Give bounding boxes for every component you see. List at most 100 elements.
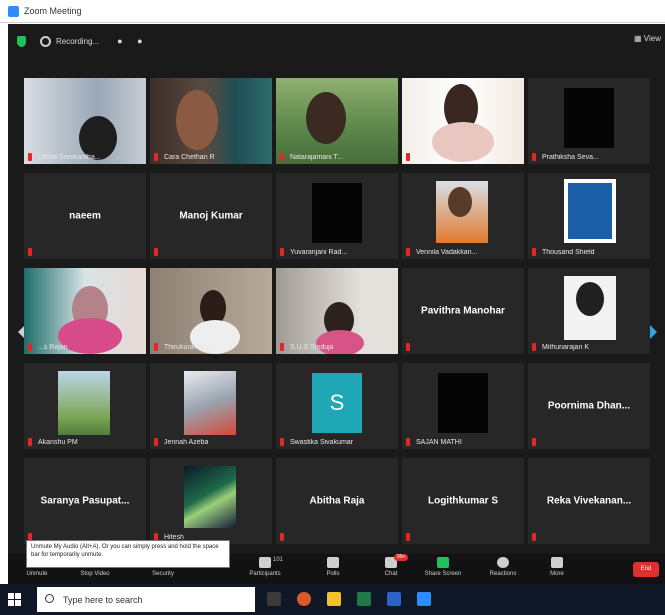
participant-tile[interactable]: Natarajamani T... [276, 78, 398, 164]
participant-name: S.U.S Sinduja [290, 344, 334, 351]
reactions-button[interactable]: Reactions [478, 554, 528, 584]
participant-display-name: Abitha Raja [309, 495, 365, 507]
encryption-shield-icon[interactable] [17, 35, 26, 47]
participant-name: Vennila Vadakkan... [416, 249, 478, 256]
participant-tile[interactable] [402, 78, 524, 164]
participant-tile[interactable]: Hitesh [150, 458, 272, 544]
toolbar-label: Chat [384, 571, 398, 577]
muted-mic-icon [28, 248, 32, 256]
participant-display-name: Logithkumar S [427, 495, 498, 507]
recording-label[interactable]: Recording... [56, 37, 99, 46]
participant-name: Mithunarajan K [542, 344, 590, 351]
participant-display-name: Poornima Dhan... [547, 400, 631, 412]
video-off-placeholder [438, 373, 488, 433]
end-meeting-button[interactable]: End [633, 562, 659, 577]
participant-tile[interactable]: Prathiksha Seva... [528, 78, 650, 164]
participant-name: Lohita Sreekantha... [38, 154, 101, 161]
video-feed [568, 183, 612, 239]
muted-mic-icon [532, 153, 536, 161]
participant-figure [448, 187, 472, 217]
zoom-app-icon [8, 5, 19, 17]
muted-mic-icon [532, 343, 536, 351]
muted-mic-icon [532, 533, 536, 541]
participants-icon [259, 557, 271, 568]
participant-tile[interactable]: Lohita Sreekantha... [24, 78, 146, 164]
muted-mic-icon [532, 248, 536, 256]
toolbar-label: More [550, 571, 564, 577]
participant-display-name: Pavithra Manohar [421, 305, 505, 317]
windows-start-icon[interactable] [8, 593, 21, 606]
chat-button[interactable]: 99+ Chat [366, 554, 416, 584]
taskbar-search-box[interactable]: Type here to search [37, 587, 255, 612]
more-icon [551, 557, 563, 568]
muted-mic-icon [28, 153, 32, 161]
participant-figure [432, 122, 494, 162]
participant-name: Thousand Shield [542, 249, 595, 256]
window-title: Zoom Meeting [24, 6, 82, 16]
participant-grid: Lohita Sreekantha... Cara Chethan R Natara… [24, 78, 654, 554]
toolbar-label: Participants [249, 571, 281, 577]
participant-figure [58, 318, 122, 354]
participant-figure [306, 92, 346, 144]
participant-tile[interactable]: Akanshu PM [24, 363, 146, 449]
participant-tile[interactable]: Yuvaranjani Rad... [276, 173, 398, 259]
reactions-icon [497, 557, 509, 568]
participant-name: Natarajamani T... [290, 154, 343, 161]
video-feed [184, 466, 236, 528]
polls-button[interactable]: Polls [308, 554, 358, 584]
participant-name: SAJAN MATHI [416, 439, 462, 446]
chat-unread-badge: 99+ [394, 554, 409, 561]
participant-tile[interactable]: Thirukural Rend... [150, 268, 272, 354]
toolbar-label: Stop Video [80, 571, 110, 577]
participant-tile[interactable]: Poornima Dhan... [528, 363, 650, 449]
muted-mic-icon [280, 438, 284, 446]
muted-mic-icon [28, 343, 32, 351]
meeting-window: Recording... ● ● ▦ View Lohita Sreekanth… [8, 24, 665, 584]
search-icon [45, 594, 54, 603]
participant-display-name: Manoj Kumar [179, 210, 243, 222]
participant-tile[interactable]: Mithunarajan K [528, 268, 650, 354]
task-view-icon[interactable] [267, 592, 281, 606]
search-placeholder: Type here to search [63, 595, 143, 605]
muted-mic-icon [154, 248, 158, 256]
recording-controls-icon[interactable]: ● ● [117, 36, 148, 46]
participant-name: Jennah Azeba [164, 439, 209, 446]
toolbar-label: Reactions [489, 571, 517, 577]
more-button[interactable]: More [532, 554, 582, 584]
participant-tile[interactable]: Saranya Pasupat... [24, 458, 146, 544]
muted-mic-icon [154, 153, 158, 161]
participant-tile[interactable]: Thousand Shield [528, 173, 650, 259]
zoom-taskbar-icon[interactable] [417, 592, 431, 606]
start-tile [8, 600, 14, 606]
participant-tile[interactable]: Pavithra Manohar [402, 268, 524, 354]
excel-icon[interactable] [357, 592, 371, 606]
view-label: View [643, 34, 661, 43]
participant-tile[interactable]: SAJAN MATHI [402, 363, 524, 449]
participants-button[interactable]: 101 Participants [240, 554, 290, 584]
chrome-icon[interactable] [297, 592, 311, 606]
participant-tile[interactable]: naeem [24, 173, 146, 259]
participant-tile[interactable]: Jennah Azeba [150, 363, 272, 449]
view-button[interactable]: ▦ View [634, 34, 661, 43]
participant-tile[interactable]: Logithkumar S [402, 458, 524, 544]
recording-icon [40, 35, 51, 47]
participant-tile[interactable]: Cara Chethan R [150, 78, 272, 164]
word-icon[interactable] [387, 592, 401, 606]
participant-tile[interactable]: S.U.S Sinduja [276, 268, 398, 354]
participant-tile[interactable]: Vennila Vadakkan... [402, 173, 524, 259]
participant-tile[interactable]: S Swastika Sivakumar [276, 363, 398, 449]
participant-display-name: Reka Vivekanan... [546, 495, 632, 507]
muted-mic-icon [406, 533, 410, 541]
participant-tile[interactable]: Abitha Raja [276, 458, 398, 544]
toolbar-label: Security [152, 571, 174, 577]
muted-mic-icon [280, 533, 284, 541]
participant-tile[interactable]: Reka Vivekanan... [528, 458, 650, 544]
window-titlebar: Zoom Meeting [0, 0, 665, 23]
participant-figure [176, 90, 218, 150]
share-screen-button[interactable]: Share Screen [418, 554, 468, 584]
video-feed [58, 371, 110, 435]
file-explorer-icon[interactable] [327, 592, 341, 606]
muted-mic-icon [280, 343, 284, 351]
participant-tile[interactable]: ...s Rajan [24, 268, 146, 354]
participant-tile[interactable]: Manoj Kumar [150, 173, 272, 259]
